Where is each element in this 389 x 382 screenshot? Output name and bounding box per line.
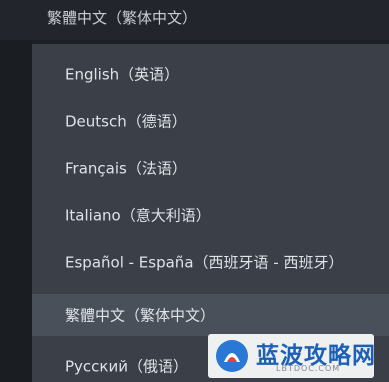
- language-settings-panel: 繁體中文（繁体中文） English（英语） Deutsch（德语） Franç…: [0, 0, 389, 382]
- language-option-label: 繁體中文（繁体中文）: [65, 306, 216, 325]
- language-option-traditional-chinese[interactable]: 繁體中文（繁体中文）: [32, 294, 389, 336]
- language-option-label: Français（法语）: [65, 159, 187, 178]
- site-watermark: 蓝波攻略网 LBTDOC.COM: [208, 334, 375, 378]
- language-option-label: Deutsch（德语）: [65, 112, 187, 131]
- language-dropdown-list: English（英语） Deutsch（德语） Français（法语） Ita…: [32, 44, 389, 382]
- language-select[interactable]: 繁體中文（繁体中文）: [0, 0, 389, 40]
- language-select-value: 繁體中文（繁体中文）: [47, 9, 198, 27]
- language-option-english[interactable]: English（英语）: [32, 44, 389, 84]
- language-option-label: English（英语）: [65, 65, 180, 84]
- panel-margin: [0, 40, 32, 382]
- language-option-spanish[interactable]: Español - España（西班牙语 - 西班牙）: [32, 232, 389, 272]
- language-option-label: Русский（俄语）: [65, 357, 188, 376]
- watermark-url: LBTDOC.COM: [276, 364, 341, 373]
- language-option-french[interactable]: Français（法语）: [32, 138, 389, 178]
- language-option-label: Italiano（意大利语）: [65, 206, 211, 225]
- language-option-german[interactable]: Deutsch（德语）: [32, 91, 389, 131]
- language-option-italian[interactable]: Italiano（意大利语）: [32, 185, 389, 225]
- language-option-label: Español - España（西班牙语 - 西班牙）: [65, 253, 344, 272]
- watermark-logo-icon: [216, 340, 248, 372]
